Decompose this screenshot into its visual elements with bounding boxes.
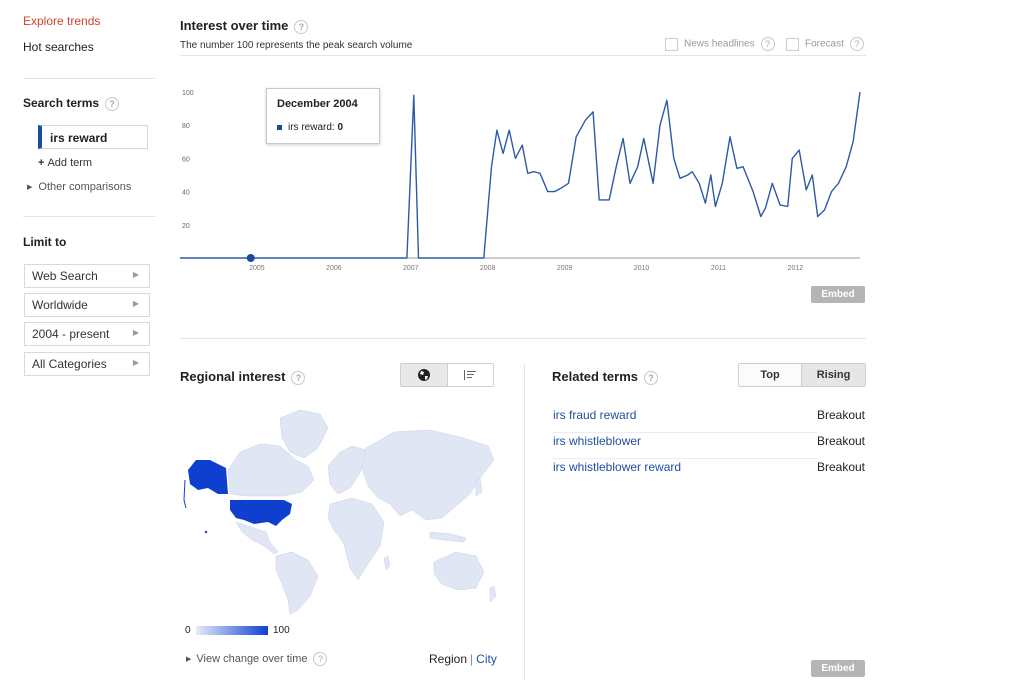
region-city-toggle: Region | City (429, 652, 497, 666)
related-row[interactable]: irs whistleblower Breakout (553, 434, 865, 459)
map-region-australia[interactable] (433, 551, 485, 591)
map-region-greenland[interactable] (279, 409, 329, 459)
chevron-right-icon: ▶ (132, 358, 139, 367)
x-tick-label: 2010 (634, 265, 650, 272)
map-region-indonesia[interactable] (429, 531, 467, 543)
list-view-button[interactable] (447, 364, 493, 386)
regional-title: Regional interest? (180, 369, 306, 385)
chevron-right-icon: ▶ (132, 328, 139, 337)
view-change-over-time[interactable]: ▶ View change over time? (186, 652, 328, 666)
filter-time-range[interactable]: 2004 - present ▶ (24, 322, 150, 346)
row-divider (553, 458, 817, 459)
filter-label: Worldwide (32, 298, 88, 312)
related-term-value: Breakout (816, 460, 865, 474)
map-region-madagascar[interactable] (383, 555, 391, 571)
tooltip-date: December 2004 (277, 98, 358, 110)
map-region-new-zealand[interactable] (489, 585, 497, 603)
related-term-value: Breakout (816, 408, 865, 422)
related-row[interactable]: irs fraud reward Breakout (553, 408, 865, 433)
related-row[interactable]: irs whistleblower reward Breakout (553, 460, 865, 485)
tooltip-value: 0 (337, 122, 344, 133)
chart-tooltip: December 2004 irs reward: 0 (266, 88, 380, 144)
x-tick-label: 2005 (249, 265, 265, 272)
related-term-link[interactable]: irs fraud reward (553, 408, 636, 422)
column-divider (524, 364, 525, 680)
x-tick-label: 2009 (557, 265, 573, 272)
filter-categories[interactable]: All Categories ▶ (24, 352, 150, 376)
map-region-south-america[interactable] (275, 551, 319, 615)
x-tick-label: 2006 (326, 265, 342, 272)
city-option[interactable]: City (476, 652, 497, 666)
help-icon[interactable]: ? (291, 370, 306, 385)
tooltip-row: irs reward: 0 (277, 122, 369, 133)
map-region-hawaii[interactable] (204, 530, 208, 534)
related-term-link[interactable]: irs whistleblower (553, 434, 641, 448)
x-tick-label: 2008 (480, 265, 496, 272)
map-region-asia[interactable] (361, 429, 495, 521)
series-swatch-icon (277, 124, 282, 130)
help-icon[interactable]: ? (643, 370, 658, 385)
map-region-europe[interactable] (327, 445, 367, 495)
embed-chart-button[interactable]: Embed (811, 286, 865, 303)
scale-min: 0 (185, 625, 191, 636)
x-tick-label: 2012 (788, 265, 804, 272)
related-tabs: Top Rising (738, 363, 866, 387)
tooltip-series-label: irs reward: (288, 122, 335, 133)
tab-top[interactable]: Top (739, 364, 803, 386)
y-tick-label: 100 (182, 90, 194, 97)
row-divider (553, 432, 817, 433)
triangle-right-icon: ▶ (186, 655, 192, 663)
y-tick-label: 80 (182, 123, 190, 130)
filter-label: All Categories (32, 357, 107, 371)
y-tick-label: 60 (182, 156, 190, 163)
map-view-button[interactable] (401, 364, 448, 386)
regional-view-toggle (400, 363, 494, 387)
related-term-value: Breakout (816, 434, 865, 448)
list-icon (464, 370, 477, 380)
related-title-label: Related terms (552, 369, 638, 384)
map-region-mexico[interactable] (235, 521, 279, 555)
map-region-japan[interactable] (475, 477, 483, 497)
embed-related-button[interactable]: Embed (811, 660, 865, 677)
chevron-right-icon: ▶ (132, 299, 139, 308)
map-region-africa[interactable] (327, 497, 385, 581)
toggle-separator: | (470, 652, 474, 666)
section-divider (180, 338, 866, 339)
globe-icon (417, 369, 430, 381)
filter-label: 2004 - present (32, 327, 110, 341)
view-change-label: View change over time (196, 652, 308, 665)
x-tick-label: 2011 (711, 265, 726, 272)
map-region-alaska[interactable] (188, 460, 228, 494)
map-region-aleutians[interactable] (183, 479, 187, 509)
help-icon[interactable]: ? (313, 652, 328, 666)
world-map[interactable] (180, 400, 500, 615)
related-title: Related terms? (552, 369, 658, 385)
filter-region[interactable]: Worldwide ▶ (24, 293, 150, 317)
interest-line-chart: 20 40 60 80 100 2005 2006 2007 2008 2009 2010 2011 2… (180, 90, 861, 272)
highlight-point (246, 254, 255, 262)
region-option[interactable]: Region (429, 652, 467, 666)
scale-max: 100 (273, 625, 290, 636)
regional-title-label: Regional interest (180, 369, 286, 384)
tab-rising[interactable]: Rising (802, 364, 865, 386)
related-term-link[interactable]: irs whistleblower reward (553, 460, 681, 474)
map-region-united-states[interactable] (230, 500, 292, 526)
y-tick-label: 20 (182, 223, 190, 230)
y-tick-label: 40 (182, 190, 190, 197)
color-scale-bar (196, 626, 268, 635)
x-tick-label: 2007 (403, 265, 419, 272)
